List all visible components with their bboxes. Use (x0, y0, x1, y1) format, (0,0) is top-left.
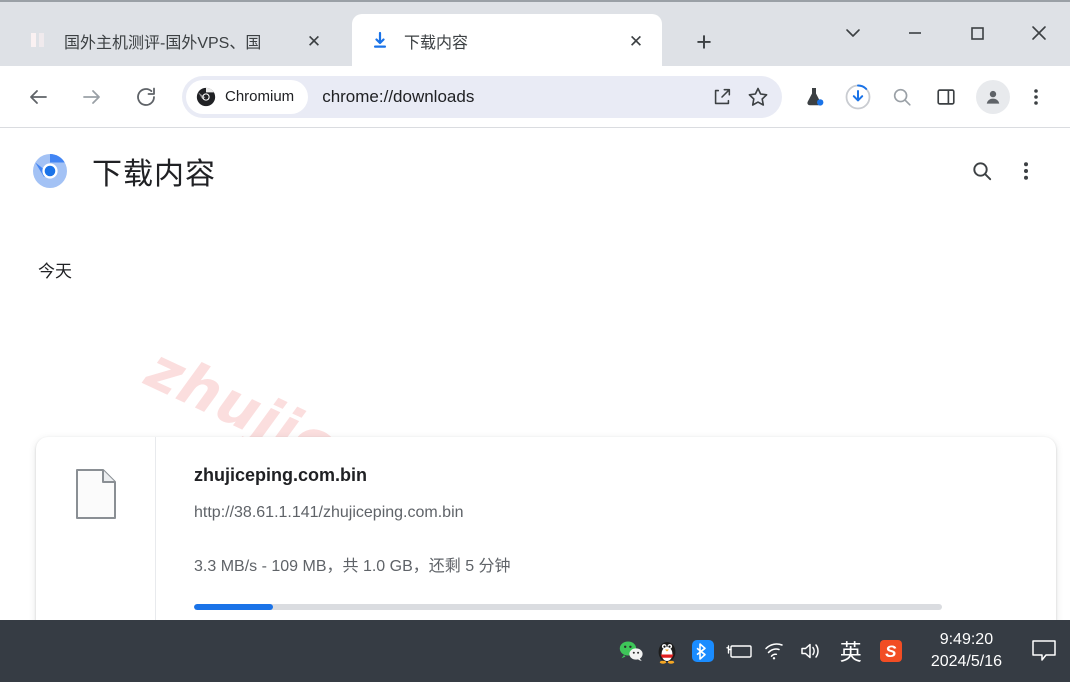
side-panel-icon[interactable] (926, 77, 966, 117)
page-title: 下载内容 (92, 149, 216, 193)
reload-icon[interactable] (126, 77, 166, 117)
search-icon[interactable] (882, 77, 922, 117)
browser-toolbar: Chromium chrome://downloads (0, 66, 1070, 128)
wifi-icon[interactable] (757, 631, 793, 671)
back-icon[interactable] (18, 77, 58, 117)
volume-icon[interactable] (793, 631, 829, 671)
download-file-name[interactable]: zhujiceping.com.bin (194, 465, 1032, 486)
tab-title: 国外主机测评-国外VPS、国 (64, 29, 300, 53)
wechat-icon[interactable] (613, 631, 649, 671)
star-icon[interactable] (740, 79, 776, 115)
maximize-button[interactable] (946, 2, 1008, 64)
download-progress-icon[interactable] (838, 77, 878, 117)
red-site-favicon (28, 30, 50, 52)
browser-window: 国外主机测评-国外VPS、国 ✕ 下载内容 ✕ + (0, 0, 1070, 620)
omnibox-actions (704, 79, 782, 115)
downloads-page: 下载内容 今天 zhujiceping.com (0, 129, 1070, 620)
share-icon[interactable] (704, 79, 740, 115)
forward-icon[interactable] (72, 77, 112, 117)
download-status-text: 3.3 MB/s - 109 MB，共 1.0 GB，还剩 5 分钟 (194, 552, 1032, 576)
search-icon[interactable] (960, 149, 1004, 193)
download-icon (370, 31, 390, 51)
battery-charging-icon[interactable] (721, 631, 757, 671)
qq-penguin-icon[interactable] (649, 631, 685, 671)
download-item-card[interactable]: zhujiceping.com.bin http://38.61.1.141/z… (36, 437, 1056, 620)
tab-downloads[interactable]: 下载内容 ✕ (352, 14, 662, 68)
chromium-logo (32, 153, 68, 189)
address-bar[interactable]: Chromium chrome://downloads (182, 76, 782, 118)
system-taskbar: 英 S 9:49:20 2024/5/16 (0, 620, 1070, 682)
tab-close-button[interactable]: ✕ (622, 27, 650, 55)
chromium-chip[interactable]: Chromium (186, 80, 308, 114)
sogou-logo-label: S (880, 640, 902, 662)
downloads-page-header: 下载内容 (0, 129, 1070, 213)
three-dot-menu-icon[interactable] (1004, 149, 1048, 193)
profile-avatar-icon[interactable] (976, 80, 1010, 114)
download-item-body: zhujiceping.com.bin http://38.61.1.141/z… (156, 437, 1056, 620)
new-tab-button[interactable]: + (686, 24, 722, 60)
window-controls (822, 2, 1070, 64)
tab-title: 下载内容 (404, 29, 622, 53)
clock-time: 9:49:20 (931, 629, 1002, 651)
clock-date: 2024/5/16 (931, 651, 1002, 673)
download-file-icon-column (36, 437, 156, 620)
close-button[interactable] (1008, 2, 1070, 64)
chrome-logo-icon (196, 87, 216, 107)
page-header-actions (960, 149, 1070, 193)
tab-strip: 国外主机测评-国外VPS、国 ✕ 下载内容 ✕ + (0, 0, 1070, 66)
flask-icon[interactable] (794, 77, 834, 117)
screen: 国外主机测评-国外VPS、国 ✕ 下载内容 ✕ + (0, 0, 1070, 682)
generic-file-icon (76, 469, 116, 519)
system-tray: 英 S (613, 631, 909, 671)
bluetooth-icon[interactable] (685, 631, 721, 671)
clock[interactable]: 9:49:20 2024/5/16 (931, 629, 1002, 672)
notification-balloon-icon[interactable] (1018, 620, 1070, 682)
tab-close-button[interactable]: ✕ (300, 27, 328, 55)
date-heading: 今天 (38, 257, 72, 282)
download-source-url: http://38.61.1.141/zhujiceping.com.bin (194, 504, 1032, 522)
minimize-button[interactable] (884, 2, 946, 64)
url-text: chrome://downloads (322, 87, 474, 107)
sogou-input-icon[interactable]: S (873, 631, 909, 671)
ime-indicator[interactable]: 英 (829, 631, 873, 671)
download-progress-fill (194, 604, 273, 610)
tab-site[interactable]: 国外主机测评-国外VPS、国 ✕ (10, 14, 340, 68)
chip-label: Chromium (225, 88, 294, 105)
three-dot-menu-icon[interactable] (1016, 77, 1056, 117)
download-progress-bar (194, 604, 942, 610)
tab-search-button[interactable] (822, 2, 884, 64)
